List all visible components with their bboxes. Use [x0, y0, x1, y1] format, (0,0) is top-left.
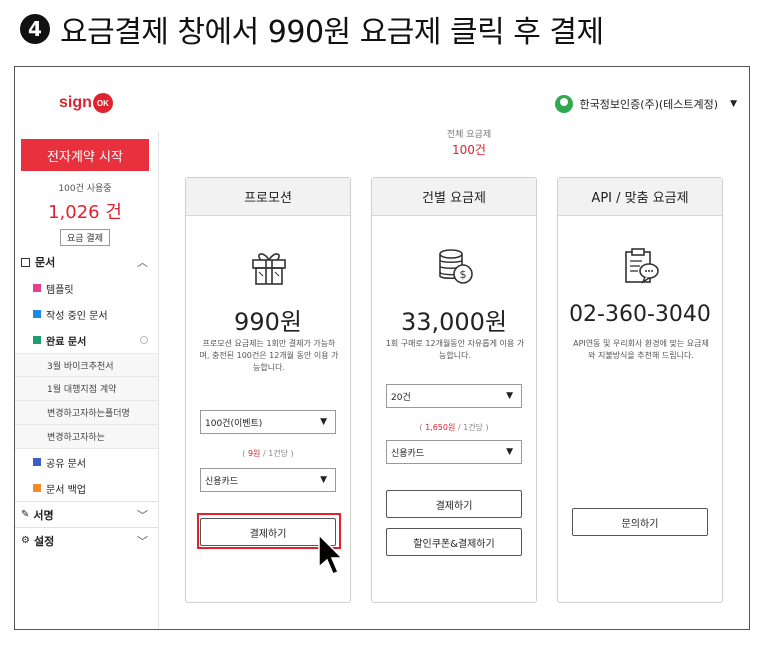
payment-method-select[interactable]: 신용카드 ▼ [200, 468, 336, 492]
section-label: 설정 [33, 534, 55, 548]
plan-description: 1회 구매로 12개월동안 자유롭게 이용 가능합니다. [385, 339, 525, 360]
sidebar-item-shared[interactable]: 공유 문서 [15, 449, 158, 475]
app-screenshot: sign OK 한국정보인증(주)(테스트계정) ▼ 전자계약 시작 100건 … [14, 66, 750, 630]
sidebar-item-templates[interactable]: 템플릿 [15, 275, 158, 301]
sidebar-section-documents[interactable]: 문서 ︿ [15, 249, 158, 275]
gear-icon: ⚙ [21, 535, 30, 546]
draft-document-icon [33, 310, 41, 318]
select-value: 100건(이벤트) [205, 418, 263, 429]
card-title: API / 맞춤 요금제 [558, 178, 722, 216]
item-label: 공유 문서 [46, 458, 86, 470]
coupon-pay-button[interactable]: 할인쿠폰&결제하기 [386, 528, 522, 556]
contact-phone: 02-360-3040 [569, 302, 711, 327]
caret-down-icon: ▼ [320, 417, 327, 427]
folder-item[interactable]: 1월 대행지점 계약 [15, 377, 158, 401]
sidebar-item-completed[interactable]: 완료 문서 [15, 327, 158, 353]
clipboard-chat-icon [625, 248, 659, 284]
shared-document-icon [33, 458, 41, 466]
inquiry-button[interactable]: 문의하기 [572, 508, 708, 536]
folder-item[interactable]: 변경하고자하는폴더명 [15, 401, 158, 425]
instruction-heading: 4 요금결제 창에서 990원 요금제 클릭 후 결제 [20, 6, 604, 52]
plan-caption: 전체 요금제 [446, 130, 492, 140]
folder-item[interactable]: 변경하고자하는 [15, 425, 158, 449]
caret-down-icon: ▼ [320, 475, 327, 485]
usage-label: 100건 사용중 [58, 184, 112, 194]
card-title: 프로모션 [186, 178, 350, 216]
sidebar-section-settings[interactable]: ⚙ 설정 ﹀ [15, 527, 158, 553]
plan-count: 100건 [452, 143, 486, 157]
logo-ok-badge: OK [92, 93, 113, 113]
chevron-down-icon: ﹀ [137, 508, 148, 522]
user-avatar-icon [555, 95, 574, 113]
sidebar-menu: 문서 ︿ 템플릿 작성 중인 문서 완료 문서 3월 바이크추천서 1월 대행지… [15, 249, 158, 553]
usage-count: 1,026 건 [48, 202, 122, 223]
logo-text: sign [59, 94, 92, 111]
signok-logo[interactable]: sign OK [59, 93, 113, 113]
item-label: 템플릿 [46, 284, 74, 296]
folder-item[interactable]: 3월 바이크추천서 [15, 353, 158, 377]
item-label: 문서 백업 [46, 484, 86, 496]
section-label: 문서 [35, 256, 56, 269]
unit-price-suffix: / 1건당 [455, 423, 483, 432]
select-value: 신용카드 [391, 448, 425, 459]
plan-price: 33,000원 [400, 308, 508, 336]
unit-price: ( 9원 / 1건당 ) [242, 449, 294, 458]
card-title: 건별 요금제 [372, 178, 536, 216]
settings-dot-icon[interactable] [140, 336, 148, 344]
chevron-up-icon: ︿ [137, 256, 148, 269]
user-menu[interactable]: 한국정보인증(주)(테스트계정) ▼ [555, 95, 737, 113]
svg-text:$: $ [460, 268, 467, 281]
caret-down-icon[interactable]: ▼ [730, 99, 737, 109]
unit-price-value: 1,650원 [425, 423, 456, 432]
plan-card-api: API / 맞춤 요금제 02-360-3040 API연동 및 우리회사 환경… [557, 177, 723, 603]
mouse-cursor-icon [318, 533, 344, 575]
pen-icon: ✎ [21, 509, 30, 520]
plan-description: 프로모션 요금제는 1회만 결제가 가능하며, 충전된 100건은 12개월 동… [199, 339, 339, 372]
item-label: 완료 문서 [46, 336, 87, 348]
item-label: 작성 중인 문서 [46, 310, 108, 322]
plan-card-per-count: 건별 요금제 $ 33,000원 1회 구매로 12개월동안 자유롭게 이용 가… [371, 177, 537, 603]
document-icon [21, 257, 30, 267]
completed-document-icon [33, 336, 41, 344]
top-bar: sign OK 한국정보인증(주)(테스트계정) ▼ [15, 67, 749, 131]
pay-button[interactable]: 결제하기 [386, 490, 522, 518]
sidebar: 전자계약 시작 100건 사용중 1,026 건 요금 결제 문서 ︿ 템플릿 … [15, 131, 159, 629]
section-label: 서명 [33, 508, 54, 522]
unit-price: ( 1,650원 / 1건당 ) [419, 423, 489, 432]
start-contract-button[interactable]: 전자계약 시작 [21, 139, 149, 171]
sidebar-item-drafts[interactable]: 작성 중인 문서 [15, 301, 158, 327]
instruction-text: 요금결제 창에서 990원 요금제 클릭 후 결제 [60, 15, 604, 50]
unit-price-suffix: / 1건당 [260, 449, 289, 458]
coins-icon: $ [439, 249, 473, 284]
main-content: 전체 요금제 100건 프로모션 990원 프로모션 요금제는 1회만 결제가 … [159, 130, 749, 629]
sidebar-section-signature[interactable]: ✎ 서명 ﹀ [15, 501, 158, 527]
payment-method-select[interactable]: 신용카드 ▼ [386, 440, 522, 464]
caret-down-icon: ▼ [506, 447, 513, 457]
backup-folder-icon [33, 484, 41, 492]
select-value: 신용카드 [205, 476, 239, 487]
unit-price-value: 9원 [247, 449, 261, 458]
user-name: 한국정보인증(주)(테스트계정) [579, 98, 719, 111]
gift-icon [252, 253, 286, 285]
select-value: 20건 [391, 392, 411, 403]
plan-payment-button[interactable]: 요금 결제 [60, 229, 110, 246]
plan-description: API연동 및 우리회사 환경에 맞는 요금제와 지불방식을 추천해 드립니다. [573, 339, 709, 360]
template-icon [33, 284, 41, 292]
quantity-select[interactable]: 20건 ▼ [386, 384, 522, 408]
chevron-down-icon: ﹀ [137, 534, 148, 548]
step-number-badge: 4 [20, 14, 50, 44]
caret-down-icon: ▼ [506, 391, 513, 401]
plan-price: 990원 [234, 308, 302, 336]
quantity-select[interactable]: 100건(이벤트) ▼ [200, 410, 336, 434]
sidebar-item-backup[interactable]: 문서 백업 [15, 475, 158, 501]
usage-summary: 100건 사용중 1,026 건 요금 결제 [15, 181, 155, 246]
